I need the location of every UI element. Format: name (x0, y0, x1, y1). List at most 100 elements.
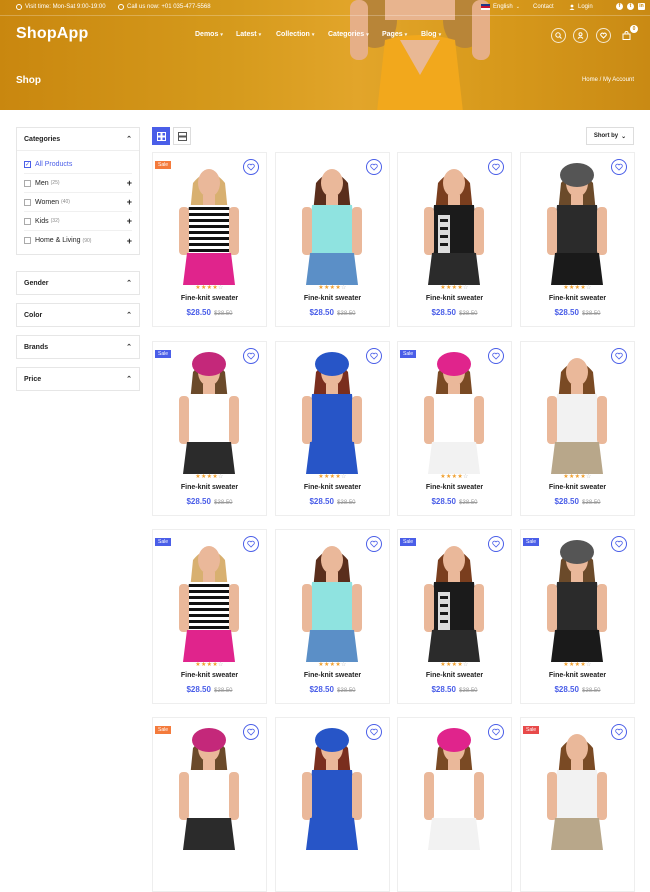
category-all-products[interactable]: ✓ All Products (24, 155, 132, 174)
product-card[interactable]: Sale (520, 717, 635, 892)
cart-button[interactable]: 0 (619, 25, 638, 43)
logo[interactable]: ShopApp (16, 25, 89, 43)
list-view-button[interactable] (173, 127, 191, 145)
product-card[interactable]: Sale ★★★★☆ Fine-knit sweater $28.50 $38.50 (397, 341, 512, 516)
login-link[interactable]: Login (569, 4, 593, 10)
nav-label: Latest (236, 31, 257, 38)
product-card[interactable]: ★★★★☆ Fine-knit sweater $28.50 $38.50 (275, 152, 390, 327)
language-select[interactable]: English ⌄ (481, 4, 520, 10)
plus-icon[interactable]: + (127, 236, 132, 246)
heart-icon (615, 163, 623, 171)
add-to-wishlist-button[interactable] (488, 159, 504, 175)
product-card[interactable]: Sale ★★★★☆ Fine-knit sweater $28.50 $38.50 (152, 341, 267, 516)
add-to-wishlist-button[interactable] (488, 724, 504, 740)
nav-latest[interactable]: Latest ▾ (236, 31, 261, 38)
product-name[interactable]: Fine-knit sweater (153, 672, 266, 679)
category-label: Kids (35, 217, 49, 225)
nav-collection[interactable]: Collection ▾ (276, 31, 314, 38)
product-card[interactable]: Sale ★★★★☆ Fine-knit sweater $28.50 $38.50 (520, 529, 635, 704)
product-name[interactable]: Fine-knit sweater (521, 484, 634, 491)
grid-view-button[interactable] (152, 127, 170, 145)
checkbox[interactable] (24, 198, 31, 206)
facebook-icon[interactable]: f (616, 3, 623, 10)
sort-dropdown[interactable]: Short by ⌄ (586, 127, 634, 145)
breadcrumb[interactable]: Home / My Account (582, 77, 634, 83)
contact-link[interactable]: Contact (533, 4, 554, 10)
product-card[interactable]: Sale (152, 717, 267, 892)
add-to-wishlist-button[interactable] (366, 724, 382, 740)
product-name[interactable]: Fine-knit sweater (398, 295, 511, 302)
plus-icon[interactable]: + (127, 216, 132, 226)
product-card[interactable]: ★★★★☆ Fine-knit sweater $28.50 $38.50 (397, 152, 512, 327)
product-name[interactable]: Fine-knit sweater (153, 295, 266, 302)
checkbox[interactable] (24, 217, 31, 225)
product-card[interactable]: ★★★★☆ Fine-knit sweater $28.50 $38.50 (275, 529, 390, 704)
add-to-wishlist-button[interactable] (366, 159, 382, 175)
product-card[interactable]: ★★★★☆ Fine-knit sweater $28.50 $38.50 (520, 152, 635, 327)
product-name[interactable]: Fine-knit sweater (276, 484, 389, 491)
product-card[interactable]: Sale ★★★★☆ Fine-knit sweater $28.50 $38.50 (152, 529, 267, 704)
add-to-wishlist-button[interactable] (611, 348, 627, 364)
product-name[interactable]: Fine-knit sweater (276, 672, 389, 679)
category-men[interactable]: Men (25) + (24, 174, 132, 193)
product-card[interactable]: Sale ★★★★☆ Fine-knit sweater $28.50 $38.50 (152, 152, 267, 327)
checkbox-checked-icon[interactable]: ✓ (24, 160, 31, 168)
add-to-wishlist-button[interactable] (611, 536, 627, 552)
product-name[interactable]: Fine-knit sweater (276, 295, 389, 302)
add-to-wishlist-button[interactable] (243, 159, 259, 175)
categories-filter-header[interactable]: Categories ⌃ (17, 128, 139, 150)
top-bar: Visit time: Mon-Sat 9:00-19:00 Call us n… (0, 0, 650, 16)
heart-icon (370, 352, 378, 360)
product-name[interactable]: Fine-knit sweater (398, 484, 511, 491)
add-to-wishlist-button[interactable] (611, 159, 627, 175)
product-card[interactable]: Sale ★★★★☆ Fine-knit sweater $28.50 $38.50 (397, 529, 512, 704)
add-to-wishlist-button[interactable] (243, 348, 259, 364)
checkbox[interactable] (24, 237, 31, 244)
plus-icon[interactable]: + (127, 197, 132, 207)
product-card[interactable]: ★★★★☆ Fine-knit sweater $28.50 $38.50 (275, 341, 390, 516)
add-to-wishlist-button[interactable] (243, 724, 259, 740)
category-kids[interactable]: Kids (32) + (24, 212, 132, 231)
nav-demos[interactable]: Demos ▾ (195, 31, 223, 38)
account-button[interactable] (573, 28, 588, 43)
product-name[interactable]: Fine-knit sweater (153, 484, 266, 491)
rating-stars: ★★★★☆ (318, 285, 347, 291)
twitter-icon[interactable]: t (627, 3, 634, 10)
current-price: $28.50 (186, 308, 211, 317)
linkedin-icon[interactable]: in (638, 3, 645, 10)
product-card[interactable] (397, 717, 512, 892)
category-women[interactable]: Women (40) + (24, 193, 132, 212)
add-to-wishlist-button[interactable] (366, 536, 382, 552)
current-price: $28.50 (309, 685, 334, 694)
plus-icon[interactable]: + (127, 178, 132, 188)
add-to-wishlist-button[interactable] (366, 348, 382, 364)
brands-filter[interactable]: Brands ⌃ (16, 335, 140, 359)
wishlist-button[interactable] (596, 28, 611, 43)
add-to-wishlist-button[interactable] (243, 536, 259, 552)
heart-icon (247, 163, 255, 171)
category-label: All Products (35, 160, 73, 168)
nav-categories[interactable]: Categories ▾ (328, 31, 369, 38)
category-label: Home & Living (35, 237, 81, 244)
product-name[interactable]: Fine-knit sweater (521, 295, 634, 302)
nav-blog[interactable]: Blog ▾ (421, 31, 441, 38)
nav-pages[interactable]: Pages ▾ (382, 31, 407, 38)
product-card[interactable]: ★★★★☆ Fine-knit sweater $28.50 $38.50 (520, 341, 635, 516)
product-card[interactable] (275, 717, 390, 892)
clock-icon (16, 4, 22, 10)
category-home-living[interactable]: Home & Living (90) + (24, 231, 132, 250)
product-price: $28.50 $38.50 (153, 497, 266, 506)
search-button[interactable] (551, 28, 566, 43)
sale-badge: Sale (155, 350, 172, 358)
color-filter[interactable]: Color ⌃ (16, 303, 140, 327)
add-to-wishlist-button[interactable] (488, 536, 504, 552)
add-to-wishlist-button[interactable] (488, 348, 504, 364)
gender-filter[interactable]: Gender ⌃ (16, 271, 140, 295)
price-filter[interactable]: Price ⌃ (16, 367, 140, 391)
rating-stars: ★★★★☆ (440, 285, 469, 291)
checkbox[interactable] (24, 179, 31, 187)
product-name[interactable]: Fine-knit sweater (398, 672, 511, 679)
add-to-wishlist-button[interactable] (611, 724, 627, 740)
product-name[interactable]: Fine-knit sweater (521, 672, 634, 679)
old-price: $38.50 (214, 688, 233, 694)
